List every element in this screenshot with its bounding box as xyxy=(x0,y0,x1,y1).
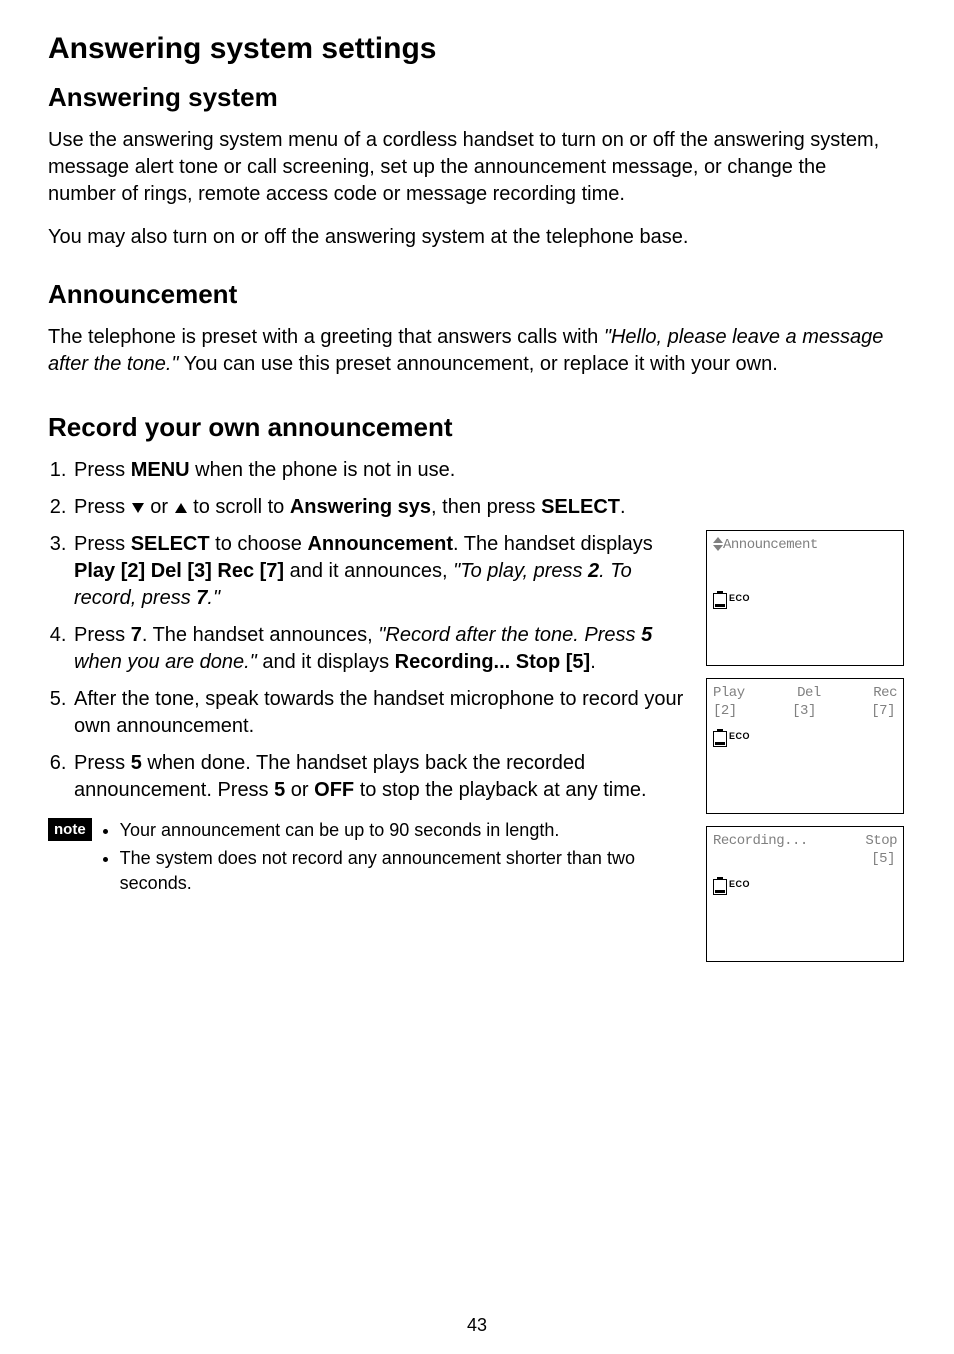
paragraph: The telephone is preset with a greeting … xyxy=(48,324,898,378)
text-bold: Answering sys xyxy=(290,496,431,518)
text-italic-bold: 7 xyxy=(196,587,207,609)
text: The telephone is preset with a greeting … xyxy=(48,326,604,348)
step-6: Press 5 when done. The handset plays bac… xyxy=(72,750,688,804)
text: or xyxy=(285,779,314,801)
text: Press xyxy=(74,496,131,518)
step-5: After the tone, speak towards the handse… xyxy=(72,686,688,740)
text-bold: OFF xyxy=(314,779,354,801)
handset-screen-2: Play Del Rec [2] [3] [7] ECO xyxy=(706,678,904,814)
handset-screen-3: Recording... Stop [5] ECO xyxy=(706,826,904,962)
text: when the phone is not in use. xyxy=(190,459,456,481)
battery-icon xyxy=(713,879,727,895)
screen-text: Recording... xyxy=(713,833,808,849)
screen-text: Stop xyxy=(865,833,897,849)
eco-label: ECO xyxy=(729,731,750,741)
screen-text: Announcement xyxy=(723,537,818,553)
handset-screen-1: Announcement ECO xyxy=(706,530,904,666)
eco-label: ECO xyxy=(729,593,750,603)
step-1: Press MENU when the phone is not in use. xyxy=(72,457,688,484)
section-heading-announcement: Announcement xyxy=(48,279,898,310)
text: . xyxy=(590,651,596,673)
screen-text: [5] xyxy=(871,851,895,867)
text: You can use this preset announcement, or… xyxy=(179,353,778,375)
section-heading-record: Record your own announcement xyxy=(48,412,688,443)
text: and it displays xyxy=(257,651,395,673)
text-italic: "To play, press xyxy=(453,560,588,582)
battery-icon xyxy=(713,731,727,747)
screen-text: Play xyxy=(713,685,745,701)
text-bold: Recording... Stop [5] xyxy=(395,651,591,673)
text-bold: Play [2] Del [3] Rec [7] xyxy=(74,560,284,582)
text-bold: SELECT xyxy=(131,533,210,555)
note-block: note Your announcement can be up to 90 s… xyxy=(48,818,688,899)
step-3: Press SELECT to choose Announcement. The… xyxy=(72,531,688,612)
screen-text: [3] xyxy=(792,703,816,719)
steps-list: Press MENU when the phone is not in use.… xyxy=(48,457,688,804)
text-italic: ." xyxy=(207,587,220,609)
text: , then press xyxy=(431,496,541,518)
text: to stop the playback at any time. xyxy=(354,779,646,801)
note-item: The system does not record any announcem… xyxy=(120,846,688,895)
paragraph: Use the answering system menu of a cordl… xyxy=(48,127,898,208)
text-bold: 7 xyxy=(131,624,142,646)
text-bold: MENU xyxy=(131,459,190,481)
text: Press xyxy=(74,459,131,481)
text-bold: 5 xyxy=(274,779,285,801)
screen-text: [2] xyxy=(713,703,737,719)
text: . The handset displays xyxy=(453,533,653,555)
text: . The handset announces, xyxy=(142,624,378,646)
battery-icon xyxy=(713,593,727,609)
text: to choose xyxy=(210,533,308,555)
text-italic-bold: 2 xyxy=(588,560,599,582)
page-title: Answering system settings xyxy=(48,32,688,66)
eco-label: ECO xyxy=(729,879,750,889)
text: Press xyxy=(74,752,131,774)
up-arrow-icon xyxy=(175,503,187,513)
text: Press xyxy=(74,624,131,646)
step-2: Press or to scroll to Answering sys, the… xyxy=(72,494,688,521)
section-heading-answering-system: Answering system xyxy=(48,82,898,113)
text: and it announces, xyxy=(284,560,453,582)
note-item: Your announcement can be up to 90 second… xyxy=(120,818,688,842)
up-down-icon xyxy=(713,537,723,551)
text: or xyxy=(145,496,174,518)
note-badge: note xyxy=(48,818,92,841)
text: Press xyxy=(74,533,131,555)
screen-text: Rec xyxy=(873,685,897,701)
paragraph: You may also turn on or off the answerin… xyxy=(48,224,898,251)
text: . xyxy=(620,496,626,518)
note-list: Your announcement can be up to 90 second… xyxy=(102,818,688,899)
text-bold: SELECT xyxy=(541,496,620,518)
down-arrow-icon xyxy=(132,503,144,513)
text: to scroll to xyxy=(188,496,290,518)
step-4: Press 7. The handset announces, "Record … xyxy=(72,622,688,676)
text-italic: when you are done." xyxy=(74,651,257,673)
text-bold: Announcement xyxy=(307,533,453,555)
screen-text: [7] xyxy=(871,703,895,719)
text-bold: 5 xyxy=(131,752,142,774)
screen-text: Del xyxy=(797,685,821,701)
text-italic-bold: 5 xyxy=(641,624,652,646)
text-italic: "Record after the tone. Press xyxy=(378,624,641,646)
page-number: 43 xyxy=(0,1315,954,1336)
